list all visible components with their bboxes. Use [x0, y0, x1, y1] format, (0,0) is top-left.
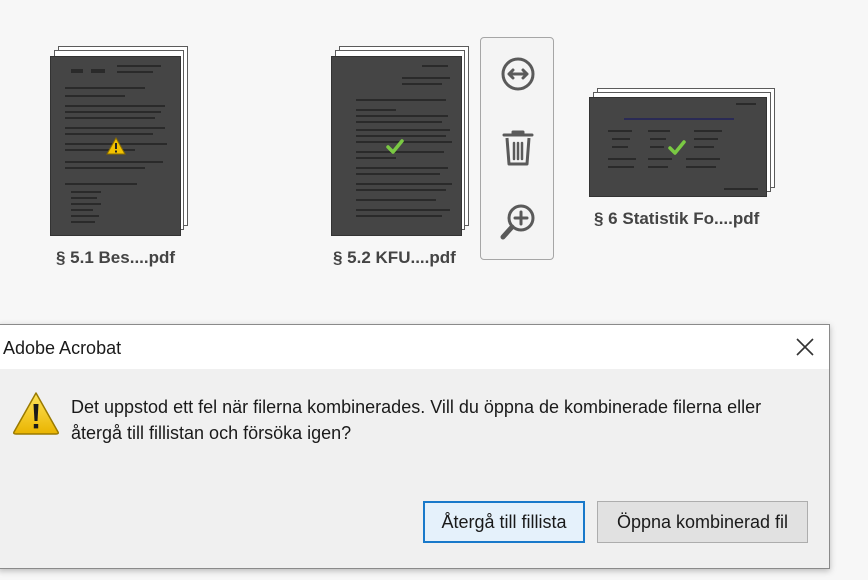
- file-name: § 6 Statistik Fo....pdf: [594, 209, 760, 228]
- file-name: § 5.1 Bes....pdf: [56, 248, 176, 267]
- zoom-in-icon[interactable]: [498, 202, 538, 242]
- trash-icon[interactable]: [498, 128, 538, 168]
- file-name: § 5.2 KFU....pdf: [333, 248, 456, 267]
- check-icon: [668, 140, 686, 161]
- expand-horizontal-icon[interactable]: [498, 54, 538, 94]
- file-action-bar: [480, 37, 554, 260]
- check-icon: [386, 139, 404, 160]
- error-dialog: Adobe Acrobat Det uppstod ett fel när fi…: [0, 324, 830, 569]
- warning-icon: [12, 391, 60, 440]
- return-to-file-list-button[interactable]: Återgå till fillista: [423, 501, 585, 543]
- warning-icon: [106, 136, 126, 160]
- dialog-message: Det uppstod ett fel när filerna kombiner…: [71, 397, 762, 443]
- close-icon[interactable]: [793, 335, 817, 359]
- dialog-title: Adobe Acrobat: [3, 338, 122, 358]
- open-combined-file-button[interactable]: Öppna kombinerad fil: [597, 501, 808, 543]
- dialog-titlebar[interactable]: Adobe Acrobat: [0, 325, 829, 369]
